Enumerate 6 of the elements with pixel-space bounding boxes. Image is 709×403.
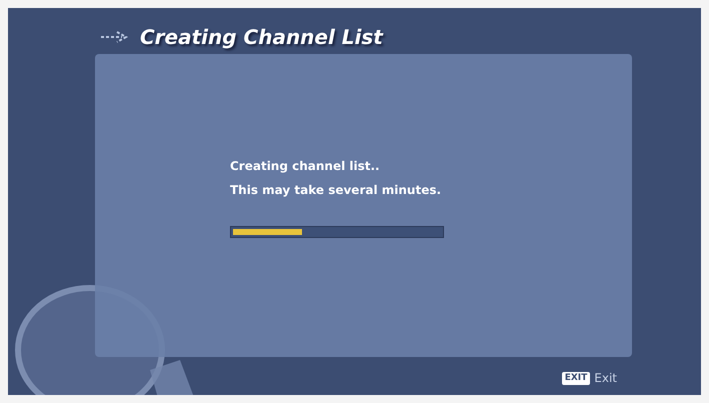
exit-key: EXIT	[562, 372, 590, 384]
status-message: This may take several minutes.	[230, 182, 442, 199]
exit-label: Exit	[594, 370, 617, 387]
arrow-icon	[100, 30, 130, 44]
screen-title: Creating Channel List	[140, 24, 383, 51]
status-message: Creating channel list..	[230, 158, 381, 175]
